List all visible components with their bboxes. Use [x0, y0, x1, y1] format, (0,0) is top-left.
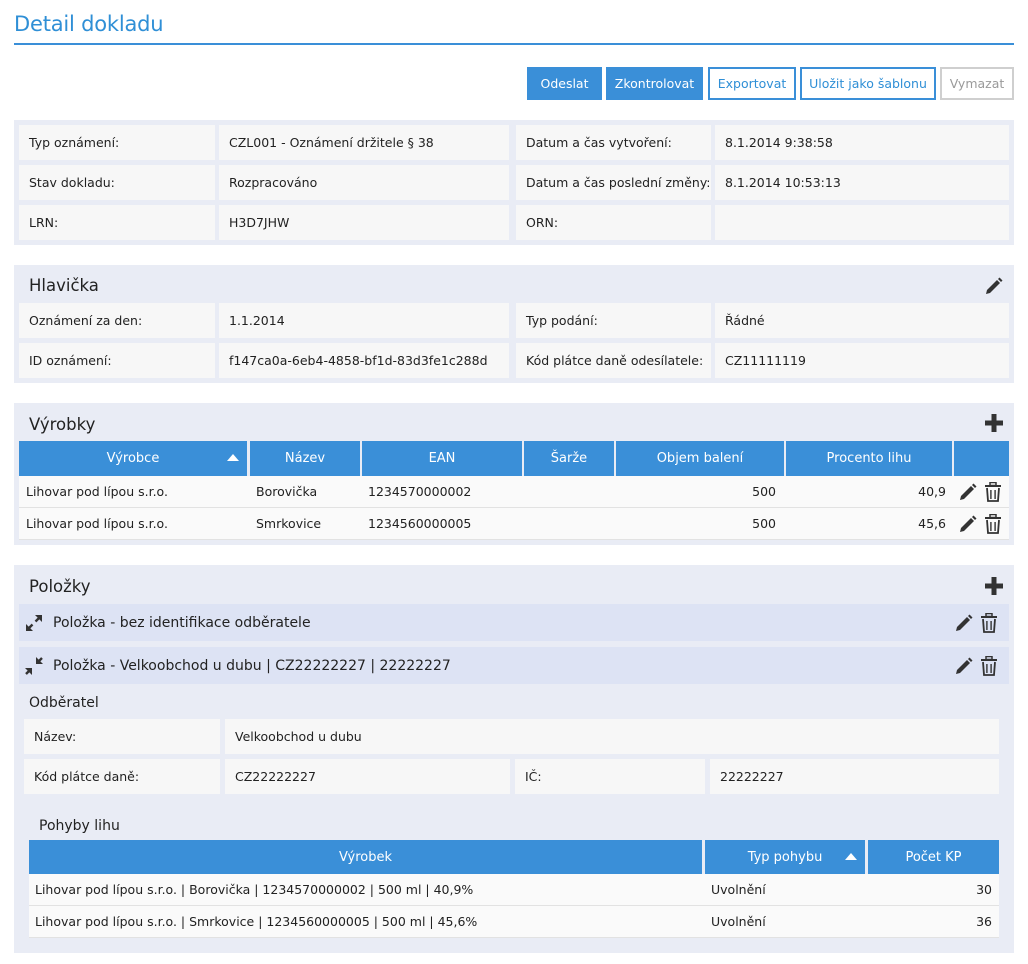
customer-ic-label: IČ:	[515, 759, 705, 794]
products-panel: Výrobky Výrobce Název EAN Šarže Objem ba…	[14, 403, 1014, 545]
volume-cell: 500	[752, 484, 776, 499]
percent-cell: 45,6	[918, 516, 946, 531]
collapse-icon[interactable]	[23, 655, 45, 677]
submission-label: Typ podání:	[516, 303, 711, 338]
table-row: Lihovar pod lípou s.r.o. | Borovička | 1…	[29, 874, 999, 906]
count-cell: 30	[976, 882, 992, 897]
modified-value: 8.1.2014 10:53:13	[715, 165, 1009, 200]
customer-panel: Odběratel Název: Velkoobchod u dubu Kód …	[24, 685, 1004, 800]
table-row: Lihovar pod lípou s.r.o. | Smrkovice | 1…	[29, 906, 999, 938]
movement-type-cell: Uvolnění	[711, 882, 766, 897]
orn-value	[715, 205, 1009, 240]
trash-icon[interactable]	[978, 655, 1000, 677]
movement-type-cell: Uvolnění	[711, 914, 766, 929]
customer-title: Odběratel	[29, 695, 99, 711]
send-button[interactable]: Odeslat	[527, 67, 602, 100]
day-value: 1.1.2014	[219, 303, 509, 338]
item-row-collapsed[interactable]: Položka - bez identifikace odběratele	[19, 604, 1009, 641]
column-header-percent[interactable]: Procento lihu	[786, 441, 952, 476]
pencil-icon[interactable]	[953, 612, 975, 634]
column-header-label: Výrobce	[106, 451, 160, 466]
lrn-value: H3D7JHW	[219, 205, 509, 240]
producer-cell: Lihovar pod lípou s.r.o.	[26, 484, 168, 499]
column-header-actions	[954, 441, 1009, 476]
delete-button[interactable]: Vymazat	[940, 67, 1014, 100]
submission-value: Řádné	[715, 303, 1009, 338]
count-cell: 36	[976, 914, 992, 929]
items-title: Položky	[29, 577, 91, 596]
id-value: f147ca0a-6eb4-4858-bf1d-83d3fe1c288d	[219, 343, 509, 378]
state-label: Stav dokladu:	[19, 165, 215, 200]
trash-icon[interactable]	[982, 481, 1004, 503]
customer-name-value: Velkoobchod u dubu	[225, 719, 999, 754]
product-cell: Lihovar pod lípou s.r.o. | Smrkovice | 1…	[35, 914, 478, 929]
created-label: Datum a čas vytvoření:	[516, 125, 711, 160]
item-title: Položka - bez identifikace odběratele	[53, 614, 311, 631]
sort-up-icon	[845, 853, 857, 860]
header-title: Hlavička	[29, 276, 99, 295]
expand-icon[interactable]	[23, 612, 45, 634]
orn-label: ORN:	[516, 205, 711, 240]
type-label: Typ oznámení:	[19, 125, 215, 160]
pencil-icon[interactable]	[982, 275, 1006, 297]
taxcode-value: CZ11111119	[715, 343, 1009, 378]
producer-cell: Lihovar pod lípou s.r.o.	[26, 516, 168, 531]
pencil-icon[interactable]	[953, 655, 975, 677]
column-header-producer[interactable]: Výrobce	[19, 441, 247, 476]
product-cell: Lihovar pod lípou s.r.o. | Borovička | 1…	[35, 882, 474, 897]
day-label: Oznámení za den:	[19, 303, 215, 338]
column-header-volume[interactable]: Objem balení	[616, 441, 784, 476]
percent-cell: 40,9	[918, 484, 946, 499]
plus-icon[interactable]	[982, 411, 1006, 435]
trash-icon[interactable]	[982, 513, 1004, 535]
products-title: Výrobky	[29, 415, 96, 434]
customer-tax-label: Kód plátce daně:	[24, 759, 220, 794]
table-row: Lihovar pod lípou s.r.o. Borovička 12345…	[19, 476, 1009, 508]
column-header-count[interactable]: Počet KP	[868, 840, 999, 874]
customer-tax-value: CZ22222227	[225, 759, 510, 794]
page-title: Detail dokladu	[14, 12, 164, 36]
column-header-name[interactable]: Název	[250, 441, 360, 476]
name-cell: Borovička	[256, 484, 318, 499]
table-row: Lihovar pod lípou s.r.o. Smrkovice 12345…	[19, 508, 1009, 540]
ean-cell: 1234570000002	[368, 484, 472, 499]
save-template-button[interactable]: Uložit jako šablonu	[800, 67, 936, 100]
pencil-icon[interactable]	[957, 481, 979, 503]
movements-title: Pohyby lihu	[39, 818, 120, 834]
column-header-batch[interactable]: Šarže	[524, 441, 614, 476]
ean-cell: 1234560000005	[368, 516, 472, 531]
title-divider	[14, 43, 1014, 45]
export-button[interactable]: Exportovat	[708, 67, 796, 100]
plus-icon[interactable]	[982, 574, 1006, 598]
customer-name-label: Název:	[24, 719, 220, 754]
name-cell: Smrkovice	[256, 516, 322, 531]
item-title: Položka - Velkoobchod u dubu | CZ2222222…	[53, 657, 451, 674]
customer-ic-value: 22222227	[710, 759, 999, 794]
trash-icon[interactable]	[978, 612, 1000, 634]
modified-label: Datum a čas poslední změny:	[516, 165, 711, 200]
lrn-label: LRN:	[19, 205, 215, 240]
header-panel: Hlavička Oznámení za den: 1.1.2014 Typ p…	[14, 265, 1014, 383]
item-row-expanded[interactable]: Položka - Velkoobchod u dubu | CZ2222222…	[19, 647, 1009, 684]
column-header-label: Typ pohybu	[747, 849, 823, 865]
sort-up-icon	[227, 454, 239, 461]
movements-panel: Pohyby lihu Výrobek Typ pohybu Počet KP …	[24, 805, 1004, 940]
column-header-product[interactable]: Výrobek	[29, 840, 702, 874]
summary-panel: Typ oznámení: CZL001 - Oznámení držitele…	[14, 120, 1014, 245]
items-panel: Položky Položka - bez identifikace odběr…	[14, 565, 1014, 953]
check-button[interactable]: Zkontrolovat	[606, 67, 703, 100]
column-header-movement-type[interactable]: Typ pohybu	[705, 840, 865, 874]
pencil-icon[interactable]	[957, 513, 979, 535]
taxcode-label: Kód plátce daně odesílatele:	[516, 343, 711, 378]
volume-cell: 500	[752, 516, 776, 531]
id-label: ID oznámení:	[19, 343, 215, 378]
state-value: Rozpracováno	[219, 165, 509, 200]
type-value: CZL001 - Oznámení držitele § 38	[219, 125, 509, 160]
column-header-ean[interactable]: EAN	[362, 441, 522, 476]
created-value: 8.1.2014 9:38:58	[715, 125, 1009, 160]
